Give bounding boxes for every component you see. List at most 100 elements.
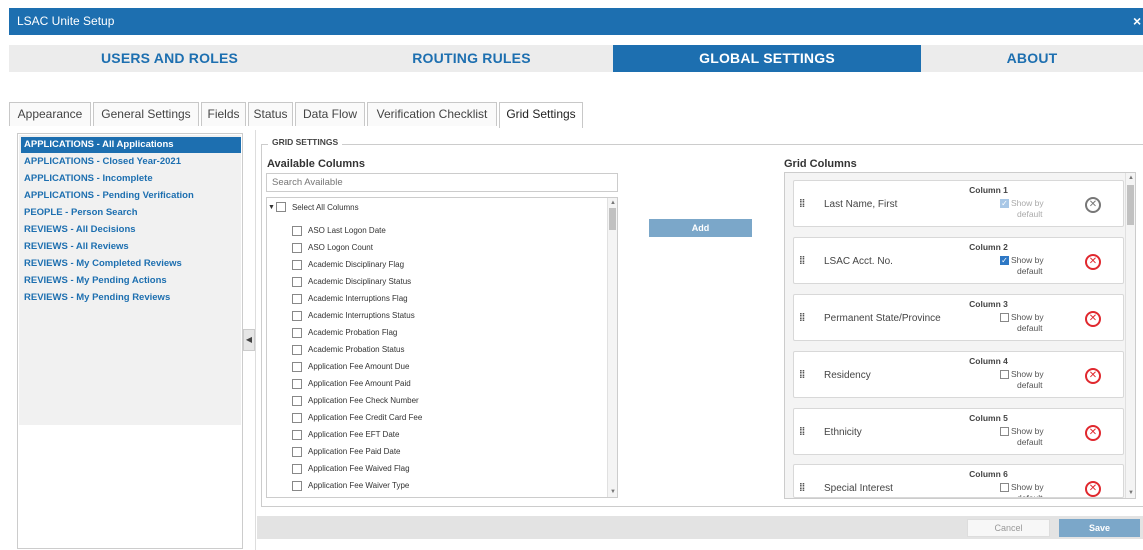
tab-verification-checklist[interactable]: Verification Checklist: [367, 102, 497, 126]
drag-handle-icon[interactable]: ⁞⁞: [799, 482, 805, 494]
grid-columns-title: Grid Columns: [784, 158, 857, 170]
column-checkbox[interactable]: [292, 413, 302, 423]
grid-column-card[interactable]: Column 5 ⁞⁞ Ethnicity Show by default ✕: [793, 408, 1124, 455]
sidebar-item-all-decisions[interactable]: REVIEWS - All Decisions: [21, 222, 241, 238]
column-checkbox[interactable]: [292, 345, 302, 355]
collapse-panel-toggle[interactable]: ◀: [243, 329, 255, 351]
available-column-item[interactable]: ASO Last Logon Date: [292, 225, 386, 237]
sidebar-item-my-pending-actions[interactable]: REVIEWS - My Pending Actions: [21, 273, 241, 289]
sidebar-item-pending-verification[interactable]: APPLICATIONS - Pending Verification: [21, 188, 241, 204]
column-checkbox[interactable]: [292, 226, 302, 236]
available-column-item[interactable]: Application Fee Amount Paid: [292, 378, 411, 390]
save-button[interactable]: Save: [1059, 519, 1140, 537]
show-by-default-checkbox[interactable]: [1000, 370, 1009, 380]
available-column-item[interactable]: Application Fee Credit Card Fee: [292, 412, 422, 424]
available-list-scrollbar[interactable]: ▲ ▼: [607, 198, 617, 497]
available-column-item[interactable]: Application Fee Waived Flag: [292, 463, 410, 475]
column-checkbox[interactable]: [292, 430, 302, 440]
show-by-label: Show by: [1011, 312, 1044, 322]
scroll-down-icon[interactable]: ▼: [1126, 489, 1135, 497]
column-checkbox[interactable]: [292, 294, 302, 304]
sidebar-item-my-pending-reviews[interactable]: REVIEWS - My Pending Reviews: [21, 290, 241, 306]
tab-fields[interactable]: Fields: [201, 102, 246, 126]
drag-handle-icon[interactable]: ⁞⁞: [799, 198, 805, 210]
sidebar-item-incomplete[interactable]: APPLICATIONS - Incomplete: [21, 171, 241, 187]
tab-appearance[interactable]: Appearance: [9, 102, 91, 126]
sidebar-item-person-search[interactable]: PEOPLE - Person Search: [21, 205, 241, 221]
grid-column-card[interactable]: Column 1 ⁞⁞ Last Name, First ✓ Show by de…: [793, 180, 1124, 227]
available-column-item[interactable]: Application Fee Check Number: [292, 395, 419, 407]
grid-column-card[interactable]: Column 6 ⁞⁞ Special Interest Show by def…: [793, 464, 1124, 498]
tab-status[interactable]: Status: [248, 102, 293, 126]
nav-about[interactable]: ABOUT: [921, 45, 1143, 72]
drag-handle-icon[interactable]: ⁞⁞: [799, 426, 805, 438]
search-available-input[interactable]: [266, 173, 618, 192]
column-checkbox[interactable]: [292, 260, 302, 270]
show-by-default-checkbox[interactable]: [1000, 313, 1009, 323]
show-by-default-toggle[interactable]: Show by default: [1000, 426, 1060, 448]
drag-handle-icon[interactable]: ⁞⁞: [799, 369, 805, 381]
scroll-thumb[interactable]: [609, 208, 616, 230]
remove-column-icon[interactable]: ✕: [1085, 311, 1101, 327]
column-checkbox[interactable]: [292, 481, 302, 491]
tab-grid-settings[interactable]: Grid Settings: [499, 102, 583, 128]
add-column-button[interactable]: Add: [649, 219, 752, 237]
nav-global-settings[interactable]: GLOBAL SETTINGS: [613, 45, 921, 72]
column-checkbox[interactable]: [292, 362, 302, 372]
caret-down-icon[interactable]: ▼: [268, 204, 275, 211]
available-column-item[interactable]: Academic Disciplinary Status: [292, 276, 411, 288]
column-checkbox[interactable]: [292, 328, 302, 338]
show-by-default-checkbox[interactable]: [1000, 483, 1009, 493]
scroll-up-icon[interactable]: ▲: [1126, 174, 1135, 182]
column-checkbox[interactable]: [292, 464, 302, 474]
show-by-default-checkbox[interactable]: [1000, 427, 1009, 437]
available-column-item[interactable]: Academic Interruptions Status: [292, 310, 415, 322]
select-all-columns[interactable]: ▼ Select All Columns: [268, 202, 359, 212]
sidebar-item-all-reviews[interactable]: REVIEWS - All Reviews: [21, 239, 241, 255]
show-by-default-toggle[interactable]: Show by default: [1000, 312, 1060, 334]
scroll-thumb[interactable]: [1127, 185, 1134, 225]
show-by-default-toggle[interactable]: Show by default: [1000, 369, 1060, 391]
tab-general-settings[interactable]: General Settings: [93, 102, 199, 126]
close-icon[interactable]: ×: [1133, 8, 1143, 35]
nav-routing-rules[interactable]: ROUTING RULES: [330, 45, 613, 72]
available-column-item[interactable]: Academic Probation Flag: [292, 327, 397, 339]
grid-column-card[interactable]: Column 3 ⁞⁞ Permanent State/Province Sho…: [793, 294, 1124, 341]
grid-column-card[interactable]: Column 4 ⁞⁞ Residency Show by default ✕: [793, 351, 1124, 398]
column-checkbox[interactable]: [292, 277, 302, 287]
nav-users-and-roles[interactable]: USERS AND ROLES: [9, 45, 330, 72]
drag-handle-icon[interactable]: ⁞⁞: [799, 312, 805, 324]
scroll-down-icon[interactable]: ▼: [608, 488, 617, 496]
available-column-item[interactable]: Application Fee EFT Date: [292, 429, 399, 441]
drag-handle-icon[interactable]: ⁞⁞: [799, 255, 805, 267]
show-by-default-toggle[interactable]: Show by default: [1000, 482, 1060, 497]
sidebar-item-my-completed-reviews[interactable]: REVIEWS - My Completed Reviews: [21, 256, 241, 272]
available-column-item[interactable]: Application Fee Waiver Type: [292, 480, 409, 492]
available-column-item[interactable]: Application Fee Paid Date: [292, 446, 401, 458]
select-all-checkbox[interactable]: [275, 202, 286, 212]
available-column-item[interactable]: Academic Disciplinary Flag: [292, 259, 404, 271]
chevron-left-icon: ◀: [245, 335, 253, 344]
column-checkbox[interactable]: [292, 311, 302, 321]
remove-column-icon[interactable]: ✕: [1085, 481, 1101, 497]
available-column-item[interactable]: Academic Probation Status: [292, 344, 405, 356]
column-checkbox[interactable]: [292, 379, 302, 389]
available-column-item[interactable]: Academic Interruptions Flag: [292, 293, 408, 305]
remove-column-icon[interactable]: ✕: [1085, 254, 1101, 270]
sidebar-item-closed-year-2021[interactable]: APPLICATIONS - Closed Year-2021: [21, 154, 241, 170]
grid-columns-scrollbar[interactable]: ▲ ▼: [1125, 173, 1135, 498]
scroll-up-icon[interactable]: ▲: [608, 199, 617, 207]
remove-column-icon[interactable]: ✕: [1085, 368, 1101, 384]
tab-data-flow[interactable]: Data Flow: [295, 102, 365, 126]
available-column-item[interactable]: Application Fee Amount Due: [292, 361, 409, 373]
sidebar-item-all-applications[interactable]: APPLICATIONS - All Applications: [21, 137, 241, 153]
column-checkbox[interactable]: [292, 396, 302, 406]
remove-column-icon[interactable]: ✕: [1085, 425, 1101, 441]
column-checkbox[interactable]: [292, 243, 302, 253]
available-column-item[interactable]: ASO Logon Count: [292, 242, 373, 254]
show-by-default-toggle[interactable]: ✓ Show by default: [1000, 255, 1060, 277]
grid-column-card[interactable]: Column 2 ⁞⁞ LSAC Acct. No. ✓ Show by defa…: [793, 237, 1124, 284]
checkmark-icon[interactable]: ✓: [1000, 256, 1009, 266]
column-checkbox[interactable]: [292, 447, 302, 457]
cancel-button[interactable]: Cancel: [967, 519, 1050, 537]
